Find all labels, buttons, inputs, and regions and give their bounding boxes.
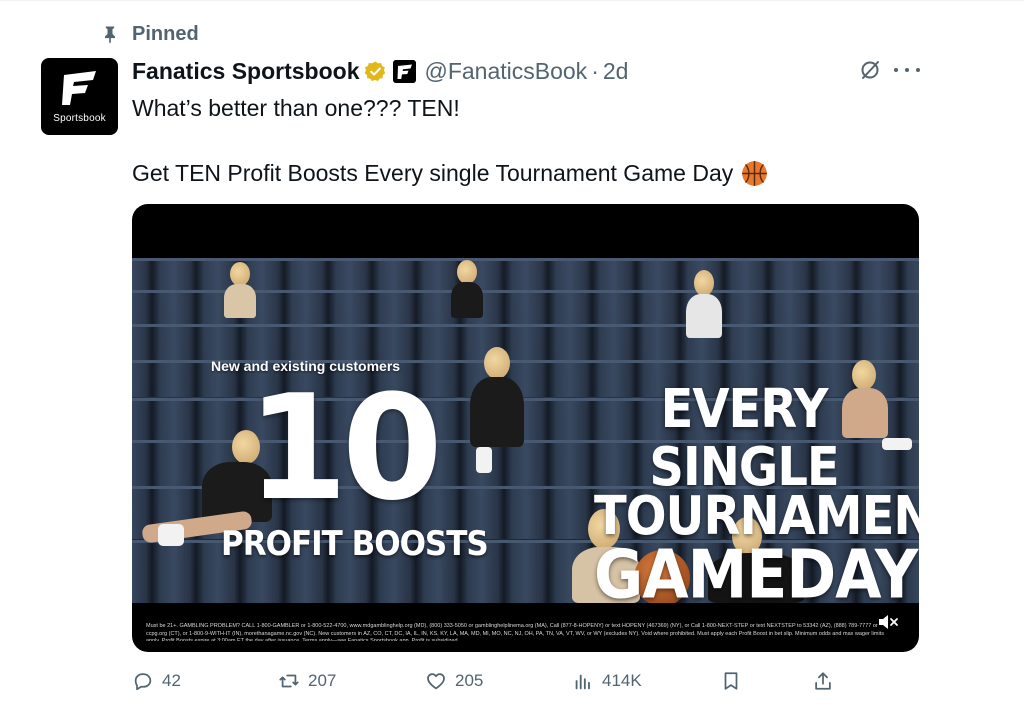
tweet-header: Fanatics Sportsbook @FanaticsBook · 2d bbox=[132, 56, 628, 86]
views-button[interactable]: 414K bbox=[572, 668, 642, 694]
mute-icon[interactable] bbox=[877, 612, 899, 632]
header-separator: · bbox=[591, 57, 599, 84]
video-disclaimer: Must be 21+. GAMBLING PROBLEM? CALL 1-80… bbox=[146, 623, 884, 641]
heart-icon bbox=[427, 673, 445, 690]
tweet-text-line2: Get TEN Profit Boosts Every single Tourn… bbox=[132, 160, 734, 186]
video-frame: New and existing customers 10 PROFIT BOO… bbox=[132, 258, 919, 603]
share-icon bbox=[815, 672, 831, 690]
verified-badge-icon[interactable] bbox=[364, 60, 387, 83]
overlay-headline-line3: GAMEDAY bbox=[594, 535, 918, 603]
person-figure bbox=[682, 268, 726, 338]
author-handle[interactable]: @FanaticsBook bbox=[424, 58, 587, 85]
pinned-label: Pinned bbox=[132, 22, 199, 45]
reply-button[interactable]: 42 bbox=[132, 668, 181, 694]
basketball-emoji-icon bbox=[742, 160, 768, 186]
post-time[interactable]: 2d bbox=[603, 58, 629, 85]
bookmark-icon bbox=[724, 672, 738, 690]
like-button[interactable]: 205 bbox=[425, 668, 483, 694]
fanatics-logo-icon bbox=[61, 71, 96, 105]
share-button[interactable] bbox=[812, 668, 834, 694]
avatar-label: Sportsbook bbox=[53, 113, 106, 124]
pinned-row: Pinned bbox=[100, 20, 199, 48]
repost-button[interactable]: 207 bbox=[278, 668, 336, 694]
bookmark-button[interactable] bbox=[720, 668, 742, 694]
display-name[interactable]: Fanatics Sportsbook bbox=[132, 58, 359, 85]
top-divider bbox=[0, 0, 1024, 1]
more-options-icon[interactable] bbox=[894, 58, 920, 82]
tweet-text-line2-row: Get TEN Profit Boosts Every single Tourn… bbox=[132, 157, 768, 189]
pin-icon bbox=[105, 26, 115, 44]
avatar[interactable]: Sportsbook bbox=[41, 58, 118, 135]
person-figure bbox=[220, 258, 260, 318]
repost-count: 207 bbox=[308, 671, 337, 690]
grok-icon[interactable] bbox=[858, 58, 882, 82]
person-figure bbox=[447, 258, 487, 318]
person-figure bbox=[462, 343, 532, 473]
views-chart-icon bbox=[575, 674, 590, 690]
tweet-text-line1: What’s better than one??? TEN! bbox=[132, 95, 460, 121]
overlay-profit-boosts: PROFIT BOOSTS bbox=[221, 524, 489, 564]
reply-icon bbox=[134, 673, 152, 691]
overlay-headline-line1: EVERY SINGLE bbox=[649, 377, 839, 499]
repost-icon bbox=[279, 674, 299, 688]
affiliate-logo-icon[interactable] bbox=[393, 59, 417, 83]
like-count: 205 bbox=[455, 671, 484, 690]
view-count: 414K bbox=[602, 671, 642, 690]
overlay-number: 10 bbox=[247, 364, 443, 533]
action-bar: 42 207 205 414K bbox=[132, 668, 852, 694]
reply-count: 42 bbox=[162, 671, 181, 690]
video-player[interactable]: New and existing customers 10 PROFIT BOO… bbox=[132, 204, 919, 652]
overlay-headline: EVERY SINGLE TOURNAMENT GAMEDAY bbox=[594, 380, 919, 603]
